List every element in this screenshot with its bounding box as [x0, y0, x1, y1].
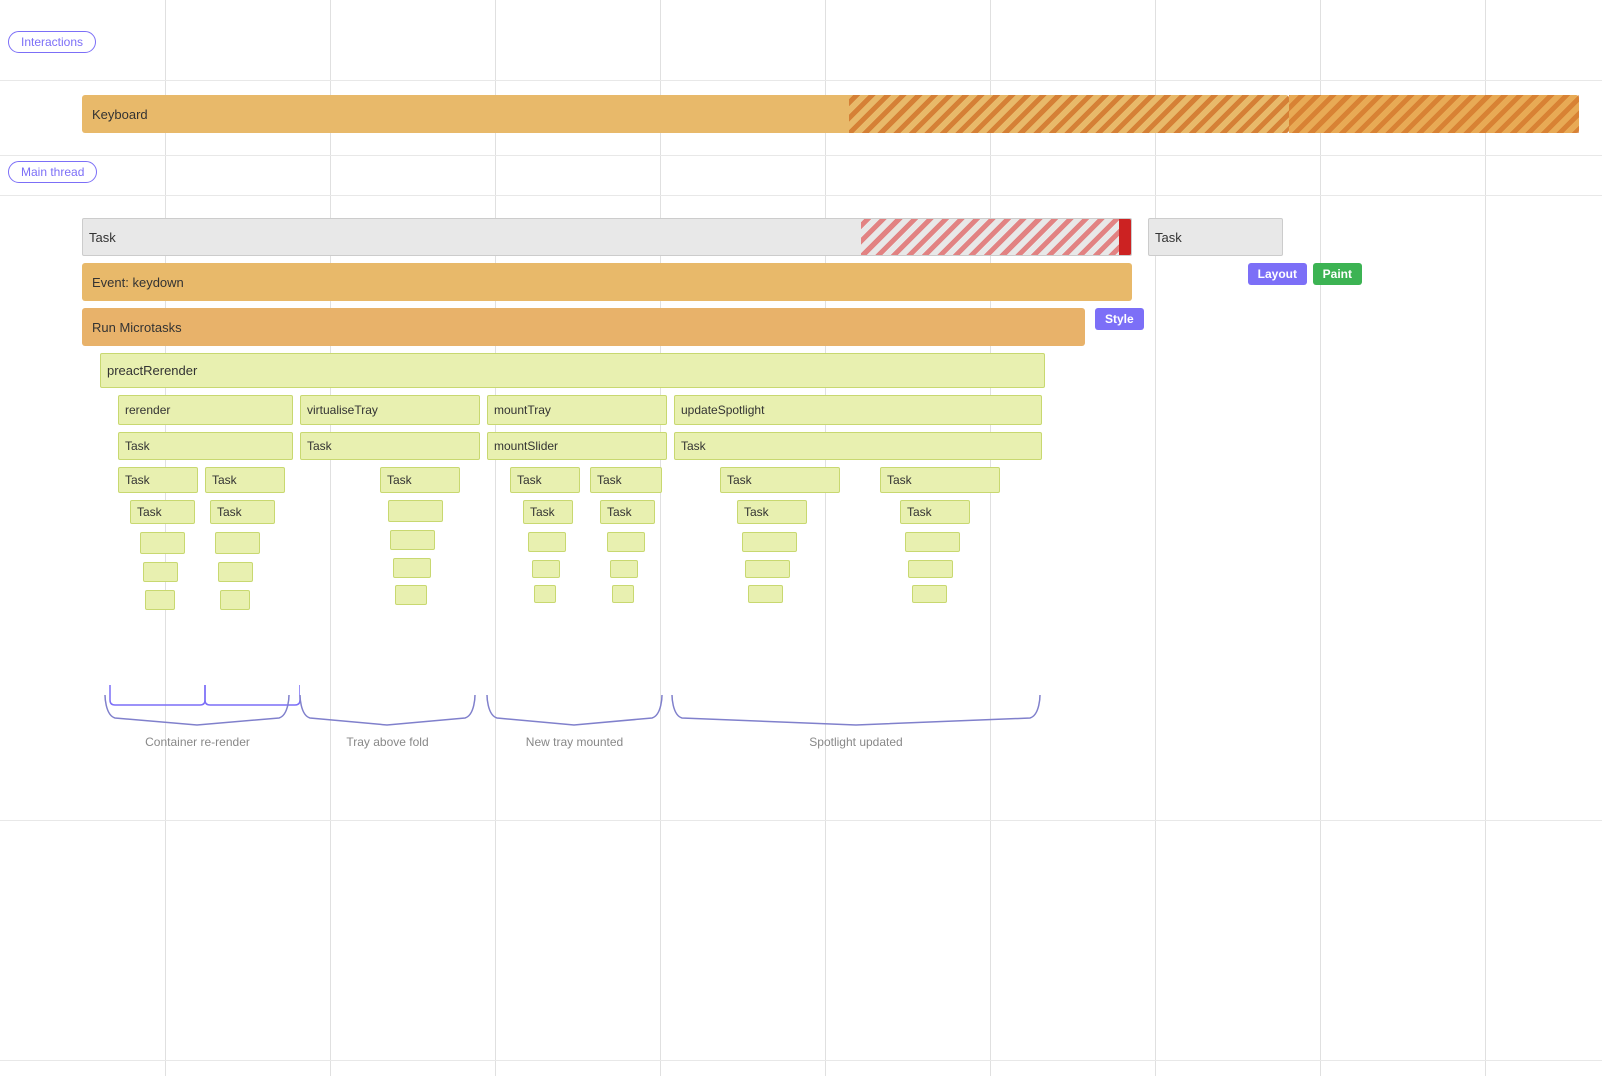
- mslider-task3a: Task: [523, 500, 573, 524]
- rerender-task3b: Task: [210, 500, 275, 524]
- mount-slider-block: mountSlider: [487, 432, 667, 460]
- mslider-deeper2: [610, 560, 638, 578]
- container-rerender-brace: [100, 690, 295, 730]
- mount-tray-block: mountTray: [487, 395, 667, 425]
- rerender-task2b: Task: [205, 467, 285, 493]
- mslider-deepest1: [534, 585, 556, 603]
- uspotlight-task3b: Task: [900, 500, 970, 524]
- mslider-task3b: Task: [600, 500, 655, 524]
- main-thread-label[interactable]: Main thread: [8, 161, 97, 183]
- spotlight-updated-label: Spotlight updated: [667, 735, 1045, 749]
- rerender-deep1: [140, 532, 185, 554]
- vtray-deep3: [393, 558, 431, 578]
- rerender-deepest1: [145, 590, 175, 610]
- keyboard-hatch: [849, 95, 1289, 133]
- container-rerender-label: Container re-render: [100, 735, 295, 749]
- rerender-deeper1: [143, 562, 178, 582]
- task-hatch: [861, 219, 1131, 255]
- task-bar-left: Task: [82, 218, 1132, 256]
- uspotlight-task2a: Task: [720, 467, 840, 493]
- mslider-deepest2: [612, 585, 634, 603]
- timeline-container: Interactions Keyboard Main thread Task T…: [0, 0, 1602, 1076]
- mslider-deeper1: [532, 560, 560, 578]
- interactions-label[interactable]: Interactions: [8, 31, 96, 53]
- vtray-task2: Task: [380, 467, 460, 493]
- mslider-task2a: Task: [510, 467, 580, 493]
- rerender-deep2: [215, 532, 260, 554]
- virtualise-task: Task: [300, 432, 480, 460]
- rerender-block: rerender: [118, 395, 293, 425]
- uspotlight-deep3b: [912, 585, 947, 603]
- uspotlight-task2b: Task: [880, 467, 1000, 493]
- new-tray-mounted-brace: [482, 690, 667, 730]
- new-tray-mounted-label: New tray mounted: [482, 735, 667, 749]
- update-spotlight-task: Task: [674, 432, 1042, 460]
- mslider-deep2: [607, 532, 645, 552]
- uspotlight-deep2a: [745, 560, 790, 578]
- keyboard-bar: Keyboard: [82, 95, 1289, 133]
- keyboard-hatch-ext: [1289, 95, 1579, 133]
- uspotlight-task3a: Task: [737, 500, 807, 524]
- paint-badge: Paint: [1313, 263, 1362, 285]
- mslider-task2b: Task: [590, 467, 662, 493]
- uspotlight-deep3a: [748, 585, 783, 603]
- uspotlight-deep1b: [905, 532, 960, 552]
- layout-badge: Layout: [1248, 263, 1307, 285]
- spotlight-updated-brace: [667, 690, 1045, 730]
- tray-above-fold-brace: [295, 690, 480, 730]
- task-red-cap: [1119, 219, 1131, 255]
- uspotlight-deep2b: [908, 560, 953, 578]
- keyboard-bar-extension: [1289, 95, 1579, 133]
- run-microtasks-bar: Run Microtasks: [82, 308, 1085, 346]
- vtray-deep1: [388, 500, 443, 522]
- rerender-task: Task: [118, 432, 293, 460]
- preact-rerender-block: preactRerender: [100, 353, 1045, 388]
- rerender-task2a: Task: [118, 467, 198, 493]
- mslider-deep1: [528, 532, 566, 552]
- update-spotlight-block: updateSpotlight: [674, 395, 1042, 425]
- rerender-task3a: Task: [130, 500, 195, 524]
- rerender-deeper2: [218, 562, 253, 582]
- task-bar-right: Task: [1148, 218, 1283, 256]
- tray-above-fold-label: Tray above fold: [295, 735, 480, 749]
- event-keydown-bar: Event: keydown: [82, 263, 1132, 301]
- style-badge: Style: [1095, 308, 1144, 330]
- vtray-deep4: [395, 585, 427, 605]
- uspotlight-deep1a: [742, 532, 797, 552]
- rerender-deepest2: [220, 590, 250, 610]
- virtualise-tray-block: virtualiseTray: [300, 395, 480, 425]
- vtray-deep2: [390, 530, 435, 550]
